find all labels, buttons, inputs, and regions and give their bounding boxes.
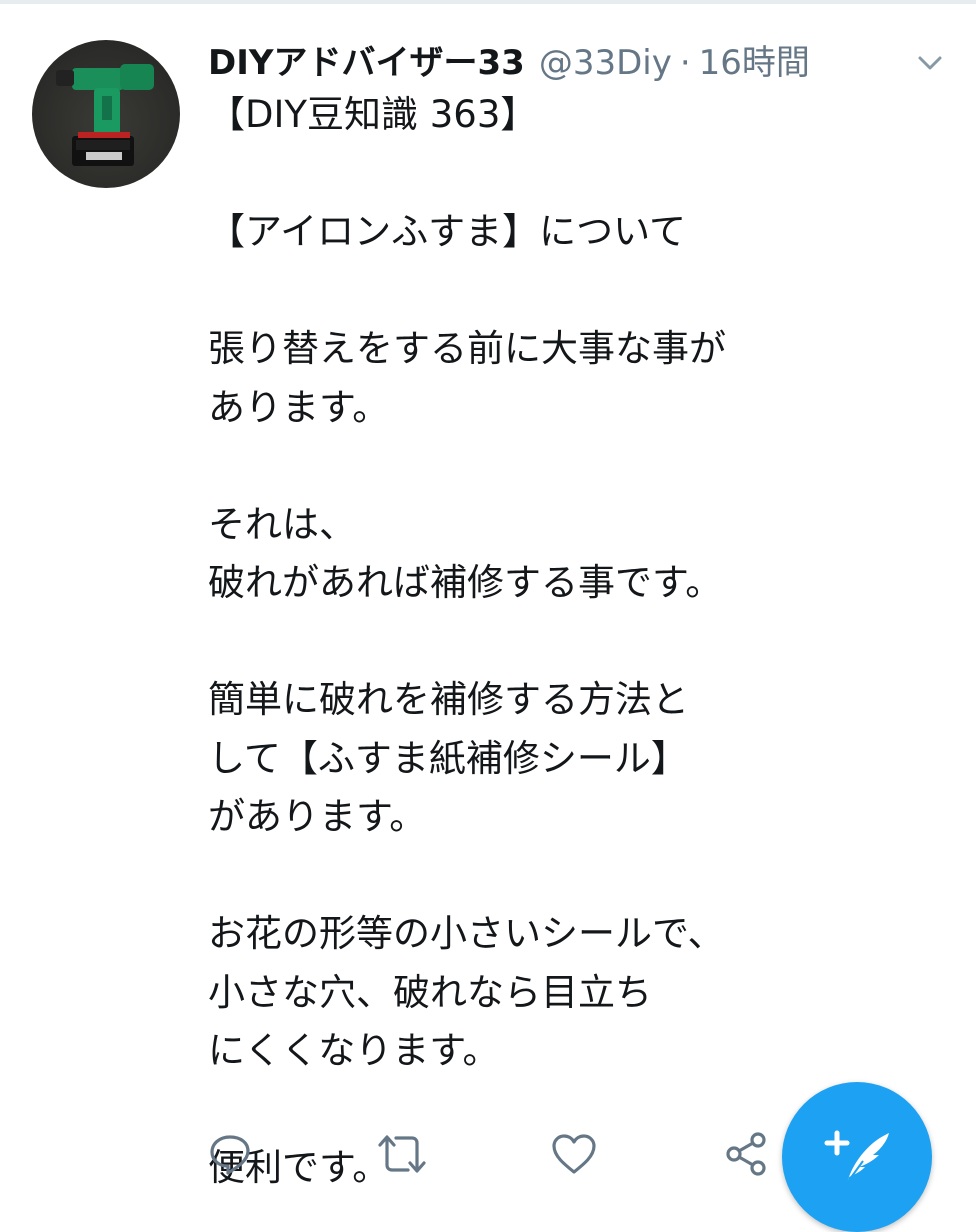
tweet-text-line: 張り替えをする前に大事な事が [208,327,726,370]
tweet-text-line: お花の形等の小さいシールで、 [208,912,725,955]
avatar[interactable] [32,40,180,188]
display-name[interactable]: DIYアドバイザー33 [208,38,525,88]
compose-tweet-icon [824,1130,889,1184]
tweet-text-line: して【ふすま紙補修シール】 [208,736,688,780]
tweet-header: DIYアドバイザー33 @33Diy · 16時間 [208,38,810,88]
reply-icon[interactable] [204,1128,256,1180]
separator-dot: · [679,43,691,83]
retweet-icon[interactable] [376,1128,428,1180]
timestamp[interactable]: 16時間 [699,38,810,88]
tweet-text-line: にくくなります。 [208,1029,500,1072]
drill-avatar-image [56,64,154,166]
tweet-text: 【DIY豆知識 363】【アイロンふすま】について 張り替えをする前に大事な事があ… [208,86,868,1198]
tweet-text-line: 【DIY豆知識 363】 [208,93,538,136]
tweet-text-line: それは、 [208,502,356,546]
tweet[interactable]: DIYアドバイザー33 @33Diy · 16時間 【DIY豆知識 363】【ア… [0,0,976,1200]
compose-tweet-button[interactable] [782,1082,932,1232]
tweet-text-line: があります。 [208,795,427,838]
heart-icon[interactable] [548,1128,600,1180]
tweet-text-line: あります。 [208,385,390,429]
user-handle[interactable]: @33Diy [539,38,672,88]
share-icon[interactable] [720,1128,772,1180]
chevron-down-icon[interactable] [912,48,948,78]
tweet-text-line: 【アイロンふすま】について [208,210,687,253]
tweet-text-line: 簡単に破れを補修する方法と [208,678,689,721]
tweet-text-line: 小さな穴、破れなら目立ち [208,970,652,1014]
tweet-text-line: 破れがあれば補修する事です。 [208,561,723,604]
